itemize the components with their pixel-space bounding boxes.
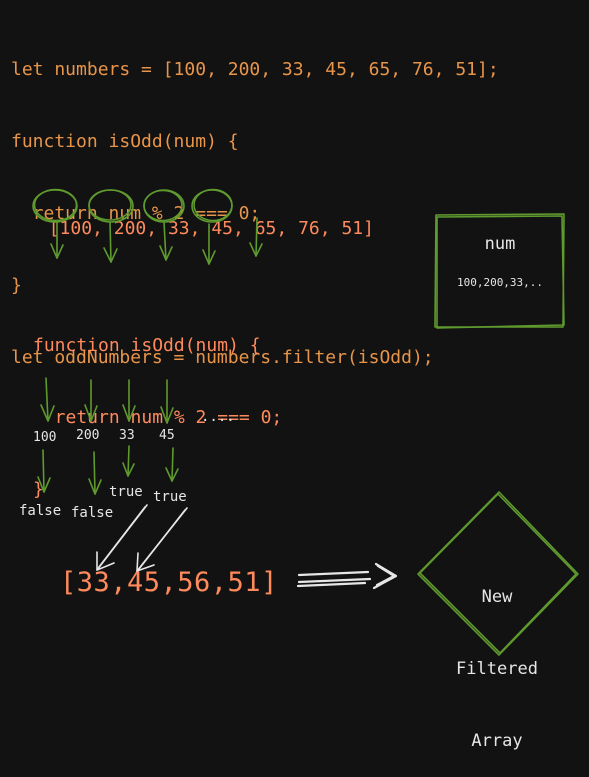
new-array-diamond [417,491,579,656]
arrow-down-icon [84,379,98,422]
arrow-down-icon [160,379,174,424]
new-array-diamond-outline [419,493,577,654]
circle-icon [193,188,233,222]
circle-icon [143,189,183,222]
arrow-down-icon [202,223,216,265]
arrow-down-icon [159,221,173,261]
circle-icon [33,188,78,222]
arrow-icon [96,504,148,571]
arrow-down-icon [122,445,135,477]
circle-icon [88,189,132,221]
arrow-down-icon [37,449,51,493]
arrow-down-icon [165,447,179,482]
arrow-icon [136,507,188,572]
new-array-line: Array [471,731,523,751]
arrow-down-icon [249,217,263,257]
arrow-down-icon [40,377,55,422]
arrow-down-icon [103,221,118,263]
arrow-down-icon [88,451,102,495]
arrow-down-icon [50,221,64,259]
num-box [434,213,565,328]
num-box-outline [436,215,565,329]
double-arrow-right-icon [296,562,398,590]
sketch-overlay [32,188,579,656]
arrow-down-icon [122,379,136,422]
